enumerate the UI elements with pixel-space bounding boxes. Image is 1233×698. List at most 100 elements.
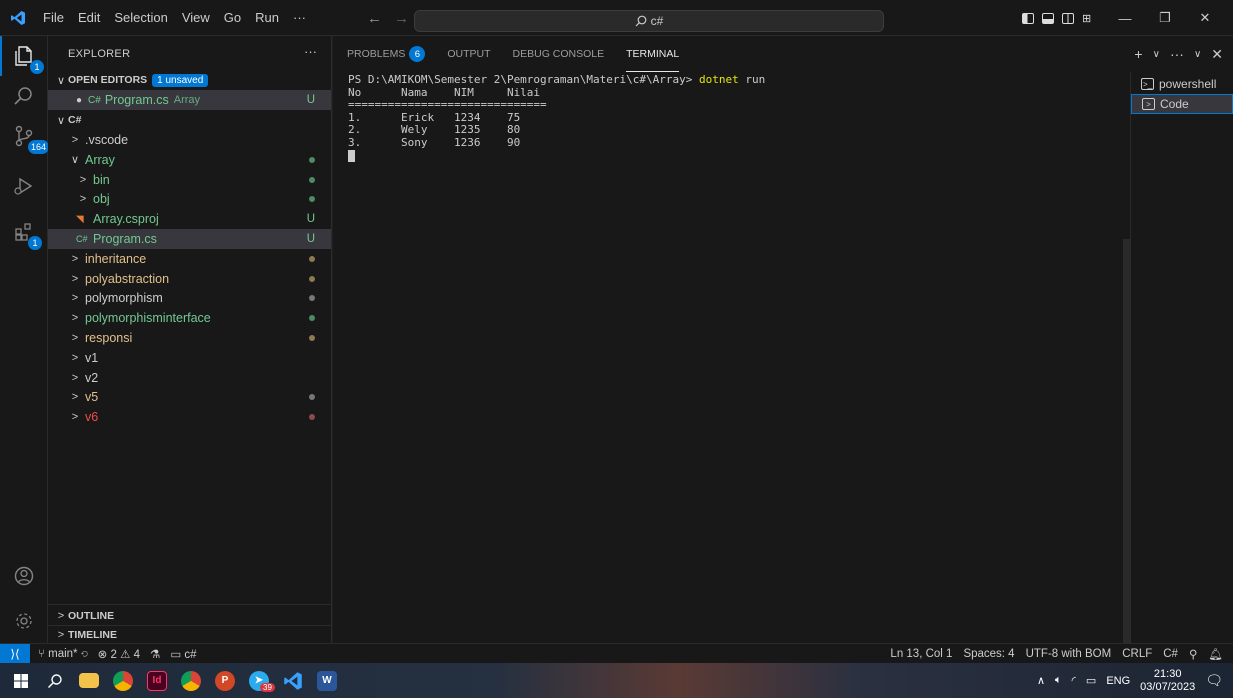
word-taskbar-icon[interactable]: W [310,663,344,698]
extensions-icon[interactable]: 1 [0,212,48,252]
windows-start-icon[interactable] [4,663,38,698]
menu-more-icon[interactable]: ··· [286,0,313,36]
tab-problems[interactable]: PROBLEMS 6 [347,36,426,72]
powerpoint-taskbar-icon[interactable]: P [208,663,242,698]
terminal-item-powershell[interactable]: >_ powershell [1131,74,1233,94]
minimize-icon[interactable]: — [1105,11,1145,26]
terminal-icon: >_ [1141,78,1154,90]
customize-layout-icon[interactable]: ⊞ [1082,12,1091,25]
indentation[interactable]: Spaces: 4 [963,648,1014,660]
toggle-secondary-sidebar-icon[interactable] [1062,12,1074,24]
chevron-right-icon: > [71,391,79,404]
cursor-position[interactable]: Ln 13, Col 1 [890,648,952,660]
file-explorer-taskbar-icon[interactable] [72,663,106,698]
input-language[interactable]: ENG [1106,675,1130,687]
folder-item[interactable]: > polymorphisminterface [48,308,331,328]
battery-icon[interactable]: ▭ [1086,674,1096,687]
toggle-panel-icon[interactable] [1042,12,1054,24]
language-mode[interactable]: C# [1163,648,1178,660]
folder-item[interactable]: > v6 [48,407,331,427]
folder-item[interactable]: > v1 [48,348,331,368]
vscode-taskbar-icon[interactable] [276,663,310,698]
explorer-icon[interactable]: 1 [0,36,48,76]
indesign-taskbar-icon[interactable]: Id [140,663,174,698]
git-status-dot [309,414,315,421]
folder-item[interactable]: > .vscode [48,130,331,150]
terminal-scrollbar[interactable] [1123,239,1130,643]
remote-indicator-icon[interactable]: ⟩⟨ [0,643,30,664]
tab-output[interactable]: OUTPUT [447,36,490,72]
taskbar-search-icon[interactable] [38,663,72,698]
notifications-bell-icon[interactable]: 🔔︎ [1208,647,1223,661]
system-tray: ∧ 🔈︎ ◜ ▭ ENG 21:30 03/07/2023 🗨︎ [1037,663,1223,698]
file-item[interactable]: C# Program.cs U [48,229,331,249]
menu-item-run[interactable]: Run [248,0,286,36]
wifi-icon[interactable]: ◜ [1072,674,1076,687]
git-status-dot [309,295,315,302]
back-arrow-icon[interactable]: ← [367,10,382,27]
timeline-section[interactable]: > TIMELINE [48,625,331,645]
feedback-icon[interactable]: ⚲ [1189,647,1197,661]
folder-item[interactable]: > v5 [48,387,331,407]
tree-item-label: v6 [85,410,99,425]
more-actions-icon[interactable]: ··· [1170,46,1184,62]
folder-item[interactable]: > bin [48,170,331,190]
encoding[interactable]: UTF-8 with BOM [1026,648,1112,660]
menu-item-edit[interactable]: Edit [71,0,107,36]
folder-item[interactable]: > inheritance [48,249,331,269]
telegram-taskbar-icon[interactable]: ➤ 39 [242,663,276,698]
close-icon[interactable]: ✕ [1185,10,1225,26]
accounts-icon[interactable] [0,556,48,596]
branch-status[interactable]: ⑂ main* ⟲ [38,648,88,660]
tab-terminal[interactable]: TERMINAL [626,36,680,72]
command-center-search[interactable]: c# [414,10,884,32]
menu-item-selection[interactable]: Selection [107,0,174,36]
menu-item-file[interactable]: File [36,0,71,36]
maximize-panel-icon[interactable]: ∨ [1194,49,1201,60]
run-debug-icon[interactable] [0,166,48,206]
folder-item[interactable]: > polymorphism [48,288,331,308]
open-editors-header[interactable]: ∨ OPEN EDITORS 1 unsaved [48,70,331,90]
file-item[interactable]: ◥ Array.csproj U [48,209,331,229]
search-activity-icon[interactable] [0,76,48,116]
folder-item[interactable]: > polyabstraction [48,269,331,289]
folder-item[interactable]: > responsi [48,328,331,348]
folder-item[interactable]: ∨ Array [48,150,331,170]
terminal-item-code[interactable]: > Code [1131,94,1233,114]
volume-icon[interactable]: 🔈︎ [1055,674,1062,687]
chrome-profile-taskbar-icon[interactable] [174,663,208,698]
chrome-taskbar-icon[interactable] [106,663,140,698]
terminal-line: 3. Sony 1236 90 [348,135,521,149]
terminal-output[interactable]: PS D:\AMIKOM\Semester 2\Pemrograman\Mate… [348,73,1118,162]
manage-gear-icon[interactable] [0,601,48,641]
folder-item[interactable]: > obj [48,189,331,209]
open-editor-item[interactable]: ● C# Program.cs Array U [48,90,331,110]
folder-item[interactable]: > v2 [48,368,331,388]
outline-section[interactable]: > OUTLINE [48,606,331,626]
source-control-icon[interactable]: 164 [0,116,50,156]
clock[interactable]: 21:30 03/07/2023 [1140,668,1195,694]
restore-icon[interactable]: ❐ [1145,10,1185,26]
menu-item-go[interactable]: Go [217,0,248,36]
new-terminal-icon[interactable]: + [1134,46,1142,62]
workspace-status[interactable]: ▭ c# [170,647,196,661]
close-panel-icon[interactable]: ✕ [1211,46,1223,63]
tab-label: DEBUG CONSOLE [512,48,605,60]
flask-icon[interactable]: ⚗ [150,647,160,661]
chevron-down-icon[interactable]: ∨ [1153,49,1160,60]
forward-arrow-icon[interactable]: → [394,10,409,27]
toggle-primary-sidebar-icon[interactable] [1022,12,1034,24]
workspace-root-header[interactable]: ∨ C# [48,110,331,130]
workspace-root-label: C# [68,114,82,126]
git-status-dot [309,196,315,203]
tree-item-label: polymorphism [85,291,163,306]
line-ending[interactable]: CRLF [1122,648,1152,660]
chevron-right-icon: > [57,629,65,641]
tray-overflow-icon[interactable]: ∧ [1037,674,1045,687]
tab-debug-console[interactable]: DEBUG CONSOLE [513,36,605,72]
more-actions-icon[interactable]: ··· [304,44,317,59]
notification-center-icon[interactable]: 🗨︎ [1205,672,1223,689]
problems-status[interactable]: ⊗ 2 ⚠ 4 [98,647,140,661]
search-icon [635,15,647,27]
menu-item-view[interactable]: View [175,0,217,36]
